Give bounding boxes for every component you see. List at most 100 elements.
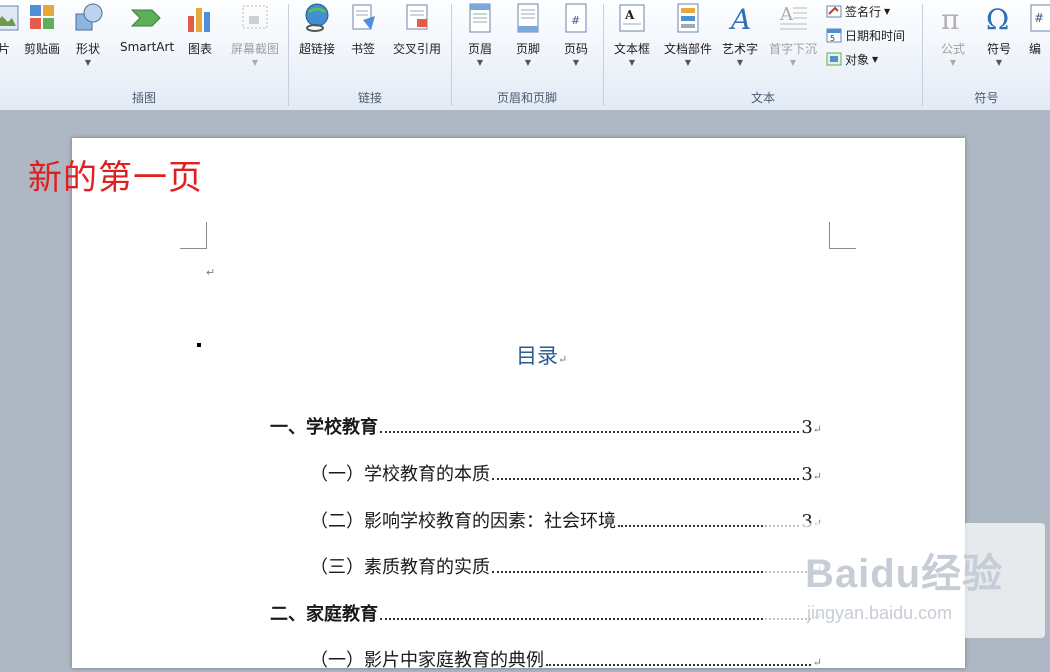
screenshot-dropdown-icon[interactable]: ▼ <box>228 59 282 67</box>
group-symbols: π 公式 ▼ Ω 符号 ▼ # 编 符号 <box>923 0 1050 110</box>
footer-icon <box>512 2 544 34</box>
toc-title[interactable]: 目录↵ <box>516 340 567 370</box>
group-label-header-footer: 页眉和页脚 <box>496 91 557 105</box>
toc-title-text: 目录 <box>516 344 558 368</box>
svg-text:#: # <box>1034 11 1044 25</box>
watermark-url: jingyan.baidu.com <box>807 603 953 623</box>
dropcap-dropdown-icon[interactable]: ▼ <box>766 59 820 67</box>
toc-entry[interactable]: 二、家庭教育↵ <box>270 600 822 626</box>
equation-dropdown-icon[interactable]: ▼ <box>929 59 977 67</box>
header-dropdown-icon[interactable]: ▼ <box>456 59 504 67</box>
textbox-button[interactable]: A 文本框 ▼ <box>608 2 656 67</box>
svg-text:A: A <box>624 8 635 22</box>
smartart-icon <box>130 2 162 34</box>
signature-label: 签名行 <box>845 4 882 19</box>
footer-dropdown-icon[interactable]: ▼ <box>504 59 552 67</box>
group-text: A 文本框 ▼ 文档部件 ▼ A 艺术字 ▼ A 首字下沉 ▼ 签名行 ▼ 5 … <box>604 0 922 110</box>
crossref-label: 交叉引用 <box>392 42 441 56</box>
page-number-button[interactable]: # 页码 ▼ <box>552 2 600 67</box>
bookmark-button[interactable]: 书签 <box>339 2 387 57</box>
wordart-dropdown-icon[interactable]: ▼ <box>716 59 764 67</box>
dropcap-label: 首字下沉 <box>768 42 817 56</box>
textbox-icon: A <box>616 2 648 34</box>
toc-entry[interactable]: （一）影片中家庭教育的典例 ↵ <box>310 646 822 672</box>
svg-text:A: A <box>728 3 751 34</box>
picture-icon <box>0 2 20 34</box>
paragraph-mark: ↵ <box>558 353 568 366</box>
screenshot-button[interactable]: 屏幕截图 ▼ <box>228 2 282 67</box>
crossref-icon <box>401 2 433 34</box>
paragraph-mark: ↵ <box>206 266 216 279</box>
svg-text:A: A <box>779 4 794 25</box>
equation-label: 公式 <box>940 42 965 56</box>
crossref-button[interactable]: 交叉引用 <box>389 2 445 57</box>
toc-entry-text: 一、学校教育 <box>270 417 378 438</box>
toc-entry-text: （一）影片中家庭教育的典例 <box>310 650 544 671</box>
toc-entry[interactable]: （二）影响学校教育的因素：社会环境3↵ <box>310 507 822 533</box>
chart-button[interactable]: 图表 <box>176 2 224 57</box>
svg-text:Ω: Ω <box>986 3 1009 34</box>
signature-dropdown-icon[interactable]: ▼ <box>884 7 890 16</box>
ribbon: 片 剪贴画 形状 ▼ SmartArt 图表 屏幕截图 ▼ 插图 超链接 书签 … <box>0 0 1050 111</box>
group-label-text: 文本 <box>750 91 775 105</box>
page-number-label: 页码 <box>563 42 588 56</box>
quickparts-icon <box>672 2 704 34</box>
wordart-button[interactable]: A 艺术字 ▼ <box>716 2 764 67</box>
equation-button[interactable]: π 公式 ▼ <box>929 2 977 67</box>
clipart-button[interactable]: 剪贴画 <box>18 2 66 57</box>
dropcap-button[interactable]: A 首字下沉 ▼ <box>766 2 820 67</box>
hyperlink-label: 超链接 <box>298 42 335 56</box>
datetime-button[interactable]: 5 日期和时间 <box>826 25 905 45</box>
shapes-button[interactable]: 形状 ▼ <box>64 2 112 67</box>
shapes-icon <box>72 2 104 34</box>
object-dropdown-icon[interactable]: ▼ <box>872 55 878 64</box>
object-button[interactable]: 对象 ▼ <box>826 49 878 69</box>
calendar-icon: 5 <box>826 27 842 43</box>
quickparts-label: 文档部件 <box>663 42 712 56</box>
paragraph-mark: ↵ <box>812 656 822 669</box>
header-button[interactable]: 页眉 ▼ <box>456 2 504 67</box>
bookmark-label: 书签 <box>350 42 375 56</box>
symbol-dropdown-icon[interactable]: ▼ <box>975 59 1023 67</box>
toc-entry-text: （三）素质教育的实质 <box>310 557 490 578</box>
svg-text:π: π <box>941 3 959 34</box>
shapes-dropdown-icon[interactable]: ▼ <box>64 59 112 67</box>
baidu-watermark: Baidu经验 jingyan.baidu.com <box>765 523 1045 638</box>
toc-page-number: 3 <box>801 417 813 438</box>
edit-button[interactable]: # 编 <box>1023 2 1050 57</box>
quickparts-button[interactable]: 文档部件 ▼ <box>660 2 716 67</box>
textbox-dropdown-icon[interactable]: ▼ <box>608 59 656 67</box>
toc-dot-leader <box>380 430 800 433</box>
toc-dot-leader <box>492 477 800 480</box>
clipart-label: 剪贴画 <box>23 42 60 56</box>
hyperlink-button[interactable]: 超链接 <box>293 2 341 57</box>
page-number-icon: # <box>560 2 592 34</box>
smartart-button[interactable]: SmartArt <box>120 2 175 54</box>
symbol-button[interactable]: Ω 符号 ▼ <box>975 2 1023 67</box>
textbox-label: 文本框 <box>613 42 650 56</box>
toc-entry-text: （二）影响学校教育的因素：社会环境 <box>310 511 616 532</box>
toc-entry[interactable]: 一、学校教育 3 ↵ <box>270 413 822 439</box>
toc-entry[interactable]: （三）素质教育的实质↵ <box>310 553 822 579</box>
group-label-symbols: 符号 <box>974 91 999 105</box>
header-label: 页眉 <box>467 42 492 56</box>
margin-corner-top-right <box>829 222 856 249</box>
group-label-links: 链接 <box>357 91 382 105</box>
group-label-illustrations: 插图 <box>131 91 156 105</box>
signature-icon <box>826 3 842 19</box>
wordart-label: 艺术字 <box>721 42 758 56</box>
quickparts-dropdown-icon[interactable]: ▼ <box>660 59 716 67</box>
smartart-label: SmartArt <box>120 40 175 54</box>
toc-dot-leader <box>546 663 811 666</box>
margin-corner-top-left <box>180 222 207 249</box>
page-number-dropdown-icon[interactable]: ▼ <box>552 59 600 67</box>
dropcap-icon: A <box>777 2 809 34</box>
header-icon <box>464 2 496 34</box>
shapes-label: 形状 <box>75 42 100 56</box>
group-links: 超链接 书签 交叉引用 链接 <box>289 0 451 110</box>
signature-line-button[interactable]: 签名行 ▼ <box>826 1 890 21</box>
clipart-icon <box>26 2 58 34</box>
overlay-title: 新的第一页 <box>28 158 203 198</box>
footer-button[interactable]: 页脚 ▼ <box>504 2 552 67</box>
toc-entry[interactable]: （一）学校教育的本质 3 ↵ <box>310 460 822 486</box>
